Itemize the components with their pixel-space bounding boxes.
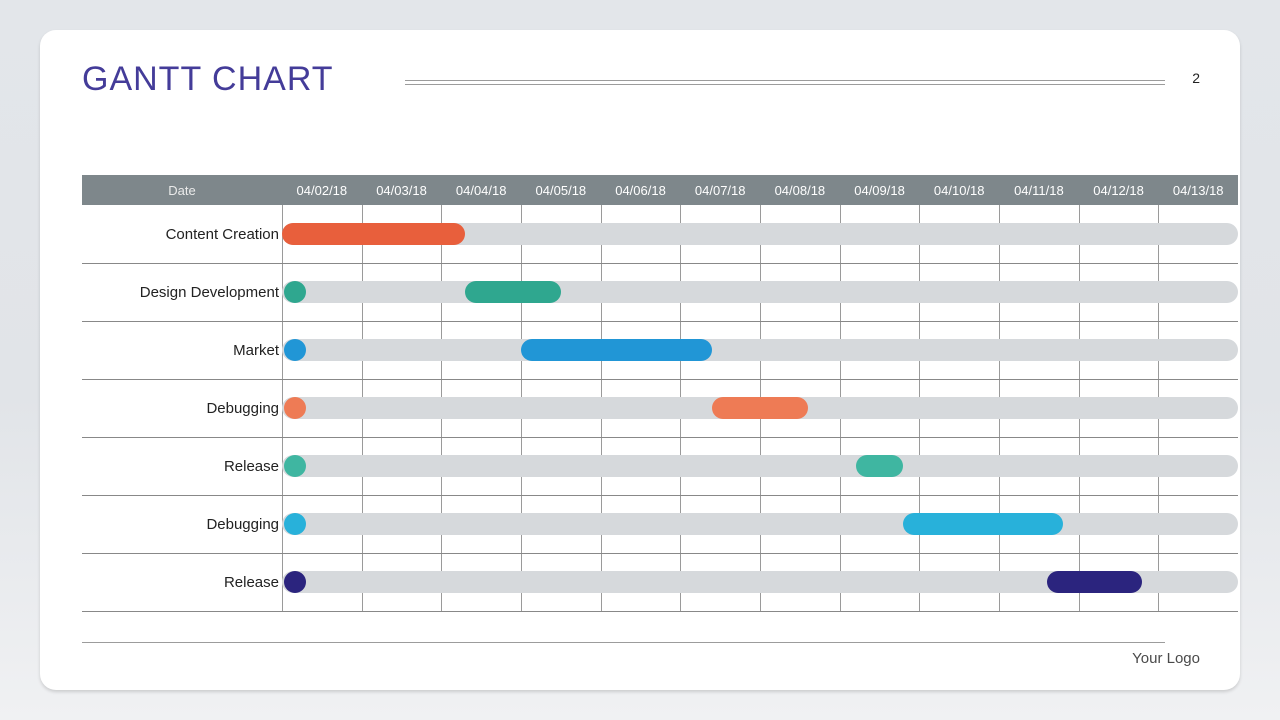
task-track (282, 339, 1238, 361)
title-rule-1 (405, 80, 1165, 81)
task-marker-icon (284, 397, 306, 419)
task-bar (282, 223, 465, 245)
task-bar (465, 281, 561, 303)
gantt-row: Market (82, 321, 1238, 380)
task-label: Market (82, 321, 279, 379)
task-marker-icon (284, 281, 306, 303)
date-column: 04/13/18 (1158, 183, 1238, 198)
gantt-row: Debugging (82, 379, 1238, 438)
task-label: Content Creation (82, 205, 279, 263)
task-marker-icon (284, 513, 306, 535)
task-label: Debugging (82, 495, 279, 553)
gantt-row: Design Development (82, 263, 1238, 322)
task-track (282, 513, 1238, 535)
date-column: 04/10/18 (919, 183, 999, 198)
date-column: 04/03/18 (362, 183, 442, 198)
task-marker-icon (284, 339, 306, 361)
gantt-row: Release (82, 437, 1238, 496)
chart-title: GANTT CHART (82, 60, 334, 99)
gantt-row: Content Creation (82, 205, 1238, 264)
task-label: Debugging (82, 379, 279, 437)
title-rule-2 (405, 84, 1165, 85)
date-column: 04/09/18 (840, 183, 920, 198)
gantt-chart: Date 04/02/1804/03/1804/04/1804/05/1804/… (82, 175, 1238, 615)
task-label: Release (82, 437, 279, 495)
task-bar (712, 397, 808, 419)
task-label: Release (82, 553, 279, 611)
date-column: 04/05/18 (521, 183, 601, 198)
footer-logo: Your Logo (1132, 650, 1200, 667)
date-column: 04/04/18 (441, 183, 521, 198)
gantt-row: Debugging (82, 495, 1238, 554)
date-column: 04/07/18 (680, 183, 760, 198)
date-column: 04/02/18 (282, 183, 362, 198)
task-marker-icon (284, 571, 306, 593)
date-column: 04/12/18 (1079, 183, 1159, 198)
date-column-header: Date (82, 183, 282, 198)
task-bar (521, 339, 712, 361)
gantt-header: Date 04/02/1804/03/1804/04/1804/05/1804/… (82, 175, 1238, 205)
date-column: 04/06/18 (601, 183, 681, 198)
gantt-body: Content CreationDesign DevelopmentMarket… (82, 205, 1238, 611)
gantt-row: Release (82, 553, 1238, 612)
page-number: 2 (1192, 70, 1200, 86)
task-bar (856, 455, 904, 477)
task-label: Design Development (82, 263, 279, 321)
task-bar (903, 513, 1062, 535)
task-bar (1047, 571, 1143, 593)
date-column: 04/11/18 (999, 183, 1079, 198)
task-track (282, 455, 1238, 477)
task-track (282, 281, 1238, 303)
date-column: 04/08/18 (760, 183, 840, 198)
footer-rule (82, 642, 1165, 643)
task-marker-icon (284, 455, 306, 477)
slide-card: GANTT CHART 2 Date 04/02/1804/03/1804/04… (40, 30, 1240, 690)
